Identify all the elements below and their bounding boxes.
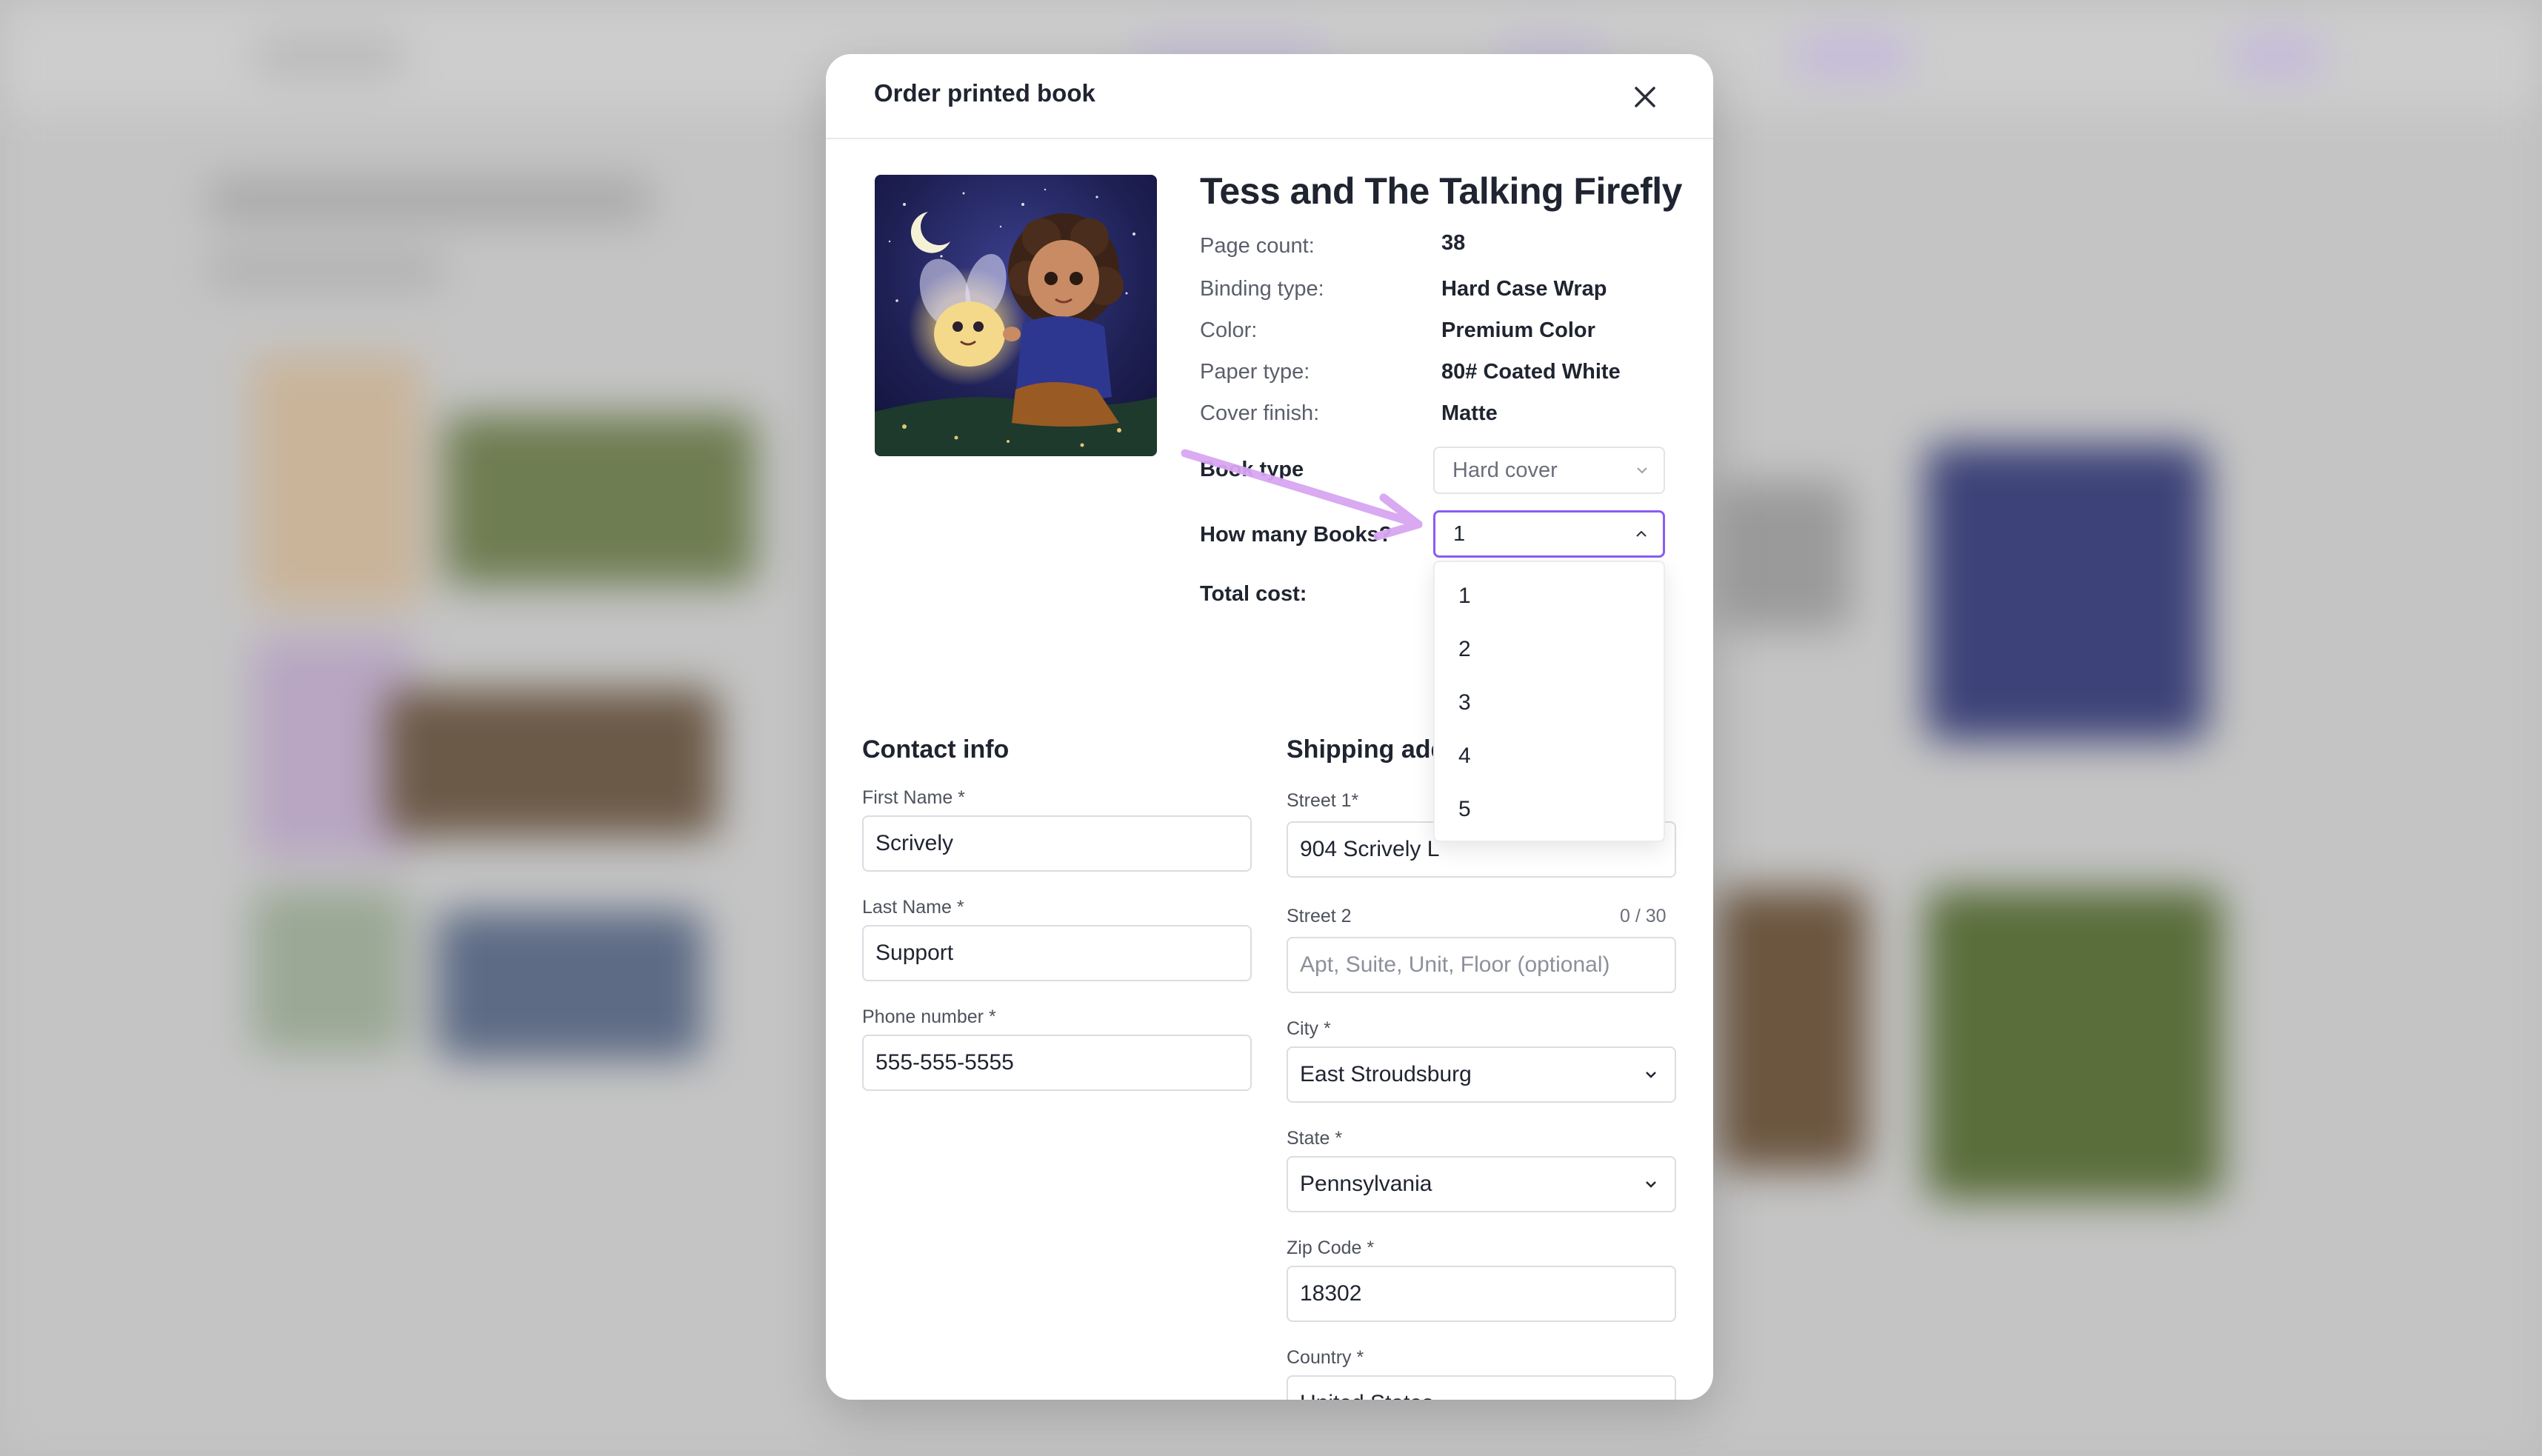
book-type-select[interactable]: Hard cover bbox=[1433, 447, 1665, 494]
chevron-down-icon bbox=[1637, 467, 1647, 474]
country-value: United States bbox=[1300, 1391, 1433, 1400]
last-name-field[interactable] bbox=[862, 925, 1252, 981]
state-label: State * bbox=[1287, 1128, 1343, 1149]
modal-title: Order printed book bbox=[874, 79, 1095, 107]
quantity-option[interactable]: 4 bbox=[1435, 729, 1664, 783]
background-logo bbox=[252, 36, 407, 77]
shipping-address-heading: Shipping add bbox=[1287, 735, 1447, 764]
country-label: Country * bbox=[1287, 1347, 1364, 1368]
city-value: East Stroudsburg bbox=[1300, 1062, 1472, 1086]
background-card bbox=[385, 689, 718, 837]
spec-label: Color: bbox=[1200, 318, 1258, 342]
spec-value: 38 bbox=[1441, 231, 1466, 255]
chevron-down-icon bbox=[1646, 1072, 1656, 1078]
first-name-field[interactable] bbox=[862, 815, 1252, 872]
spec-value: Hard Case Wrap bbox=[1441, 277, 1607, 301]
book-type-label: Book type bbox=[1200, 458, 1304, 481]
quantity-option[interactable]: 2 bbox=[1435, 623, 1664, 676]
chevron-up-icon bbox=[1636, 530, 1647, 537]
street2-character-counter: 0 / 30 bbox=[1620, 906, 1667, 926]
background-subheading bbox=[207, 252, 444, 289]
book-type-value: Hard cover bbox=[1452, 458, 1558, 482]
chevron-down-icon bbox=[1646, 1181, 1656, 1188]
city-label: City * bbox=[1287, 1018, 1331, 1039]
background-card bbox=[252, 889, 407, 1052]
book-cover-image bbox=[875, 175, 1157, 456]
phone-number-field[interactable] bbox=[862, 1035, 1252, 1091]
quantity-label: How many Books? bbox=[1200, 523, 1392, 547]
street1-label: Street 1* bbox=[1287, 790, 1359, 811]
background-nav-item bbox=[1792, 36, 1911, 77]
city-select[interactable]: East Stroudsburg bbox=[1287, 1046, 1676, 1103]
spec-label: Paper type: bbox=[1200, 360, 1310, 384]
quantity-option[interactable]: 3 bbox=[1435, 676, 1664, 729]
quantity-option[interactable]: 1 bbox=[1435, 570, 1664, 623]
modal-header: Order printed book bbox=[826, 54, 1713, 139]
background-card bbox=[1718, 481, 1852, 630]
zip-code-field[interactable] bbox=[1287, 1266, 1676, 1322]
spec-label: Binding type: bbox=[1200, 277, 1324, 301]
background-nav-item bbox=[2229, 36, 2326, 77]
quantity-select[interactable]: 1 bbox=[1433, 510, 1665, 558]
background-card bbox=[252, 355, 422, 607]
country-select[interactable]: United States bbox=[1287, 1375, 1676, 1400]
last-name-label: Last Name * bbox=[862, 897, 964, 918]
background-card bbox=[1926, 889, 2222, 1200]
state-value: Pennsylvania bbox=[1300, 1172, 1432, 1196]
background-card bbox=[437, 911, 704, 1059]
close-icon bbox=[1635, 87, 1655, 107]
spec-value: 80# Coated White bbox=[1441, 360, 1621, 384]
chevron-down-icon bbox=[1642, 1395, 1660, 1400]
background-heading bbox=[207, 178, 652, 222]
background-card bbox=[1926, 444, 2207, 741]
state-select[interactable]: Pennsylvania bbox=[1287, 1156, 1676, 1212]
background-card bbox=[1718, 889, 1867, 1170]
street2-field[interactable] bbox=[1287, 937, 1676, 993]
quantity-dropdown: 1 2 3 4 5 bbox=[1433, 561, 1665, 842]
spec-label: Page count: bbox=[1200, 234, 1315, 258]
order-printed-book-modal: Order printed book Tess and The Talking … bbox=[826, 54, 1713, 1400]
quantity-option[interactable]: 5 bbox=[1435, 783, 1664, 836]
zip-code-label: Zip Code * bbox=[1287, 1238, 1375, 1258]
total-cost-label: Total cost: bbox=[1200, 582, 1307, 606]
quantity-value: 1 bbox=[1453, 522, 1466, 546]
close-button[interactable] bbox=[1629, 81, 1661, 113]
street2-label: Street 2 bbox=[1287, 906, 1352, 926]
spec-value: Matte bbox=[1441, 401, 1498, 425]
background-card bbox=[444, 415, 755, 585]
phone-number-label: Phone number * bbox=[862, 1006, 996, 1027]
spec-label: Cover finish: bbox=[1200, 401, 1320, 425]
book-title: Tess and The Talking Firefly bbox=[1200, 170, 1682, 212]
contact-info-heading: Contact info bbox=[862, 735, 1010, 764]
spec-value: Premium Color bbox=[1441, 318, 1595, 342]
first-name-label: First Name * bbox=[862, 787, 965, 808]
